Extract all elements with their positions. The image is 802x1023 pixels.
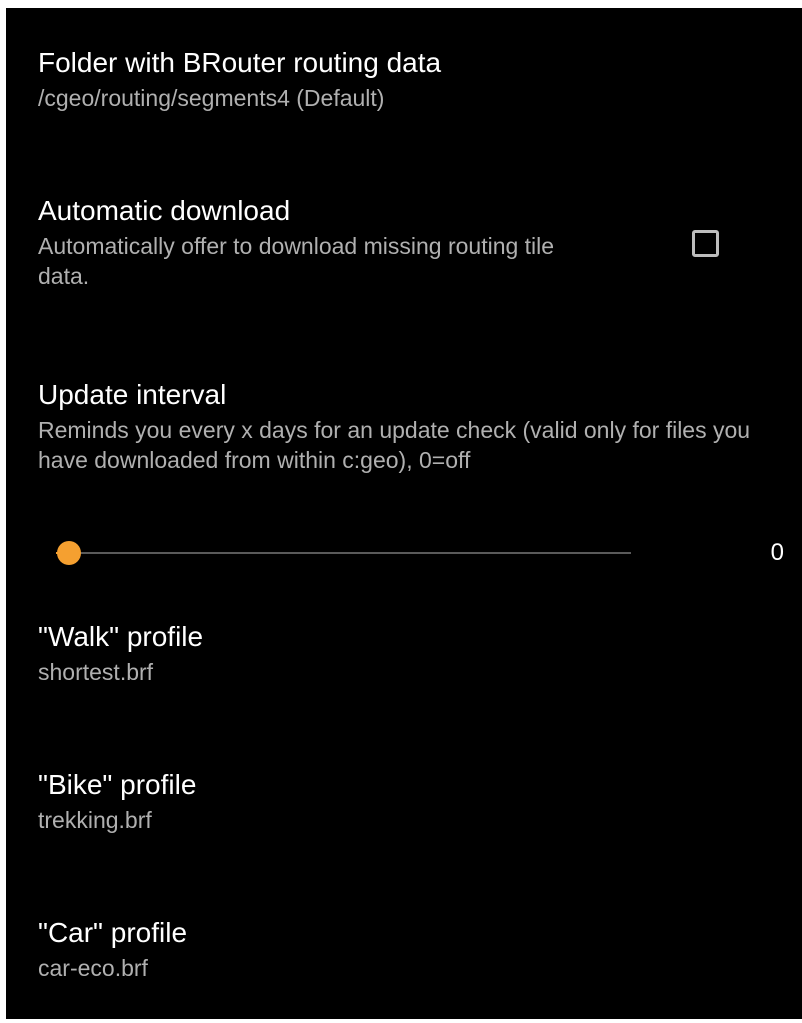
slider-value: 0 <box>770 539 784 566</box>
pref-summary: Automatically offer to download missing … <box>38 233 555 289</box>
pref-summary: Reminds you every x days for an update c… <box>38 417 751 473</box>
pref-title: Update interval <box>38 379 227 410</box>
slider-track <box>56 552 631 554</box>
pref-title: "Walk" profile <box>38 621 204 652</box>
pref-title: "Car" profile <box>38 917 188 948</box>
slider-thumb[interactable] <box>57 541 81 565</box>
pref-title: Folder with BRouter routing data <box>38 47 442 78</box>
automatic-download-checkbox[interactable] <box>692 230 719 257</box>
pref-title: "Bike" profile <box>38 769 197 800</box>
pref-routing-folder[interactable]: Folder with BRouter routing data /cgeo/r… <box>38 46 441 113</box>
pref-summary: car-eco.brf <box>38 955 148 981</box>
settings-screen: Folder with BRouter routing data /cgeo/r… <box>6 8 802 1019</box>
pref-summary: /cgeo/routing/segments4 (Default) <box>38 85 385 111</box>
pref-automatic-download[interactable]: Automatic download Automatically offer t… <box>38 194 598 291</box>
pref-summary: shortest.brf <box>38 659 154 685</box>
pref-car-profile[interactable]: "Car" profile car-eco.brf <box>38 916 187 983</box>
pref-update-interval[interactable]: Update interval Reminds you every x days… <box>38 378 783 475</box>
update-interval-slider[interactable] <box>56 536 631 570</box>
pref-title: Automatic download <box>38 195 291 226</box>
pref-bike-profile[interactable]: "Bike" profile trekking.brf <box>38 768 196 835</box>
pref-walk-profile[interactable]: "Walk" profile shortest.brf <box>38 620 203 687</box>
pref-summary: trekking.brf <box>38 807 152 833</box>
